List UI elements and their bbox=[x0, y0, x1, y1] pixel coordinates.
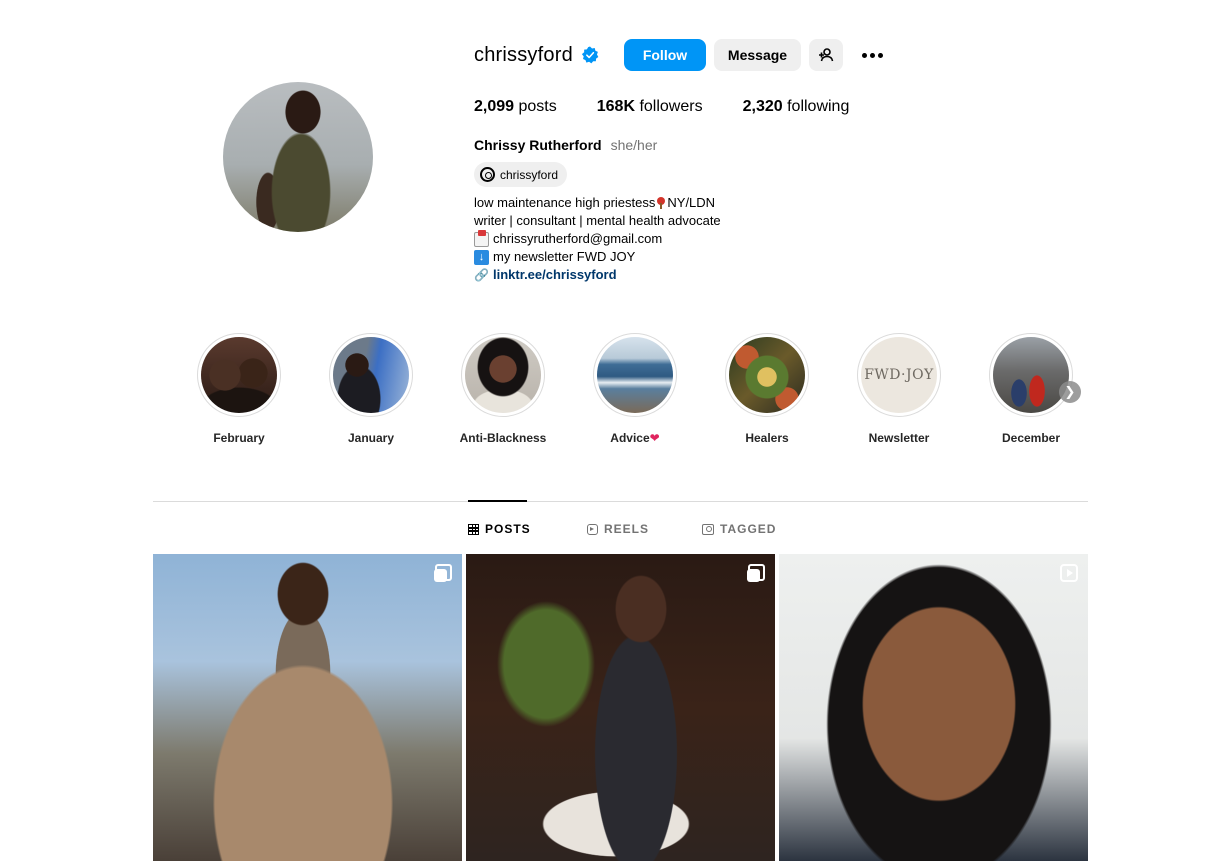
tab-reels-label: REELS bbox=[604, 522, 650, 536]
link-icon: 🔗 bbox=[474, 268, 489, 282]
message-button[interactable]: Message bbox=[714, 39, 801, 71]
bio-line: writer | consultant | mental health advo… bbox=[474, 212, 721, 230]
threads-icon bbox=[480, 167, 495, 182]
reels-icon bbox=[587, 523, 598, 535]
highlight-ring bbox=[593, 333, 677, 417]
highlight-ring bbox=[329, 333, 413, 417]
bio-link-row[interactable]: 🔗 linktr.ee/chrissyford bbox=[474, 266, 721, 284]
reel-icon bbox=[1060, 564, 1078, 582]
bio-text: my newsletter FWD JOY bbox=[493, 249, 636, 264]
more-options-icon[interactable] bbox=[857, 43, 887, 67]
post-thumbnail[interactable] bbox=[779, 554, 1088, 861]
highlight-cover bbox=[333, 337, 409, 413]
followers-stat[interactable]: 168K followers bbox=[597, 98, 703, 116]
tab-reels[interactable]: REELS bbox=[587, 521, 649, 537]
active-tab-indicator bbox=[468, 500, 527, 502]
heart-icon: ❤ bbox=[649, 431, 660, 445]
fwd-joy-logo: FWD·JOY bbox=[861, 337, 937, 413]
highlight-label: Healers bbox=[745, 431, 789, 445]
highlight-label: Anti-Blackness bbox=[459, 431, 547, 445]
tab-tagged-label: TAGGED bbox=[720, 522, 777, 536]
bio: low maintenance high priestess NY/LDN wri… bbox=[474, 194, 721, 284]
chevron-right-icon[interactable]: ❯ bbox=[1059, 381, 1081, 403]
highlight-label: December bbox=[1001, 431, 1061, 445]
tab-posts-label: POSTS bbox=[485, 522, 531, 536]
username-row: chrissyford bbox=[474, 38, 599, 72]
tabs-divider bbox=[153, 501, 1088, 502]
suggested-users-button[interactable] bbox=[809, 39, 843, 71]
highlight-ring bbox=[461, 333, 545, 417]
highlight-label: Advice❤ bbox=[585, 431, 685, 445]
bio-line: chrissyrutherford@gmail.com bbox=[474, 229, 721, 248]
highlight-january[interactable]: January bbox=[321, 333, 421, 445]
bio-text: low maintenance high priestess bbox=[474, 195, 656, 210]
following-stat[interactable]: 2,320 following bbox=[743, 98, 850, 116]
bio-email: chrissyrutherford@gmail.com bbox=[493, 231, 663, 246]
threads-link[interactable]: chrissyford bbox=[474, 162, 568, 187]
highlight-ring bbox=[197, 333, 281, 417]
highlight-cover bbox=[993, 337, 1069, 413]
highlight-anti-blackness[interactable]: Anti-Blackness bbox=[453, 333, 553, 445]
profile-avatar[interactable] bbox=[223, 82, 373, 232]
highlight-ring bbox=[989, 333, 1073, 417]
bio-link[interactable]: linktr.ee/chrissyford bbox=[493, 266, 617, 284]
threads-handle: chrissyford bbox=[500, 167, 559, 182]
tagged-icon bbox=[702, 523, 714, 535]
highlight-ring: FWD·JOY bbox=[857, 333, 941, 417]
highlight-cover bbox=[729, 337, 805, 413]
highlight-advice[interactable]: Advice❤ bbox=[585, 333, 685, 445]
envelope-icon bbox=[474, 229, 489, 247]
highlight-cover: FWD·JOY bbox=[861, 337, 937, 413]
bio-line: ↓ my newsletter FWD JOY bbox=[474, 248, 721, 266]
highlight-label: Newsletter bbox=[868, 431, 930, 445]
followers-count: 168K bbox=[596, 98, 635, 115]
name-row: Chrissy Rutherford she/her bbox=[474, 137, 657, 153]
highlight-ring bbox=[725, 333, 809, 417]
followers-label: followers bbox=[639, 98, 703, 115]
add-person-icon bbox=[819, 48, 834, 62]
highlight-cover bbox=[597, 337, 673, 413]
posts-label: posts bbox=[518, 98, 557, 115]
highlight-february[interactable]: February bbox=[189, 333, 289, 445]
tab-posts[interactable]: POSTS bbox=[468, 521, 531, 537]
bio-line: low maintenance high priestess NY/LDN bbox=[474, 194, 721, 212]
round-pushpin-icon bbox=[657, 197, 666, 209]
full-name: Chrissy Rutherford bbox=[474, 137, 602, 153]
posts-stat[interactable]: 2,099 posts bbox=[474, 98, 557, 116]
follow-button[interactable]: Follow bbox=[624, 39, 706, 71]
following-label: following bbox=[787, 98, 850, 115]
highlight-cover bbox=[201, 337, 277, 413]
verified-badge-icon bbox=[581, 46, 599, 64]
highlight-label: January bbox=[347, 431, 395, 445]
pronouns: she/her bbox=[610, 137, 658, 153]
bio-text: writer | consultant | mental health advo… bbox=[474, 213, 721, 228]
username: chrissyford bbox=[474, 43, 573, 66]
highlight-label-text: Advice bbox=[610, 431, 650, 445]
highlight-healers[interactable]: Healers bbox=[717, 333, 817, 445]
profile-stats: 2,099 posts 168K followers 2,320 followi… bbox=[474, 98, 889, 116]
post-thumbnail[interactable] bbox=[153, 554, 462, 861]
following-count: 2,320 bbox=[742, 98, 783, 115]
tab-tagged[interactable]: TAGGED bbox=[702, 521, 776, 537]
carousel-icon bbox=[747, 564, 765, 582]
highlight-newsletter[interactable]: FWD·JOY Newsletter bbox=[849, 333, 949, 445]
post-thumbnail[interactable] bbox=[466, 554, 775, 861]
posts-count: 2,099 bbox=[474, 98, 515, 115]
grid-icon bbox=[468, 523, 479, 535]
down-arrow-icon: ↓ bbox=[474, 249, 489, 265]
highlight-label: February bbox=[213, 431, 265, 445]
bio-text: NY/LDN bbox=[667, 195, 716, 210]
carousel-icon bbox=[434, 564, 452, 582]
highlight-cover bbox=[465, 337, 541, 413]
